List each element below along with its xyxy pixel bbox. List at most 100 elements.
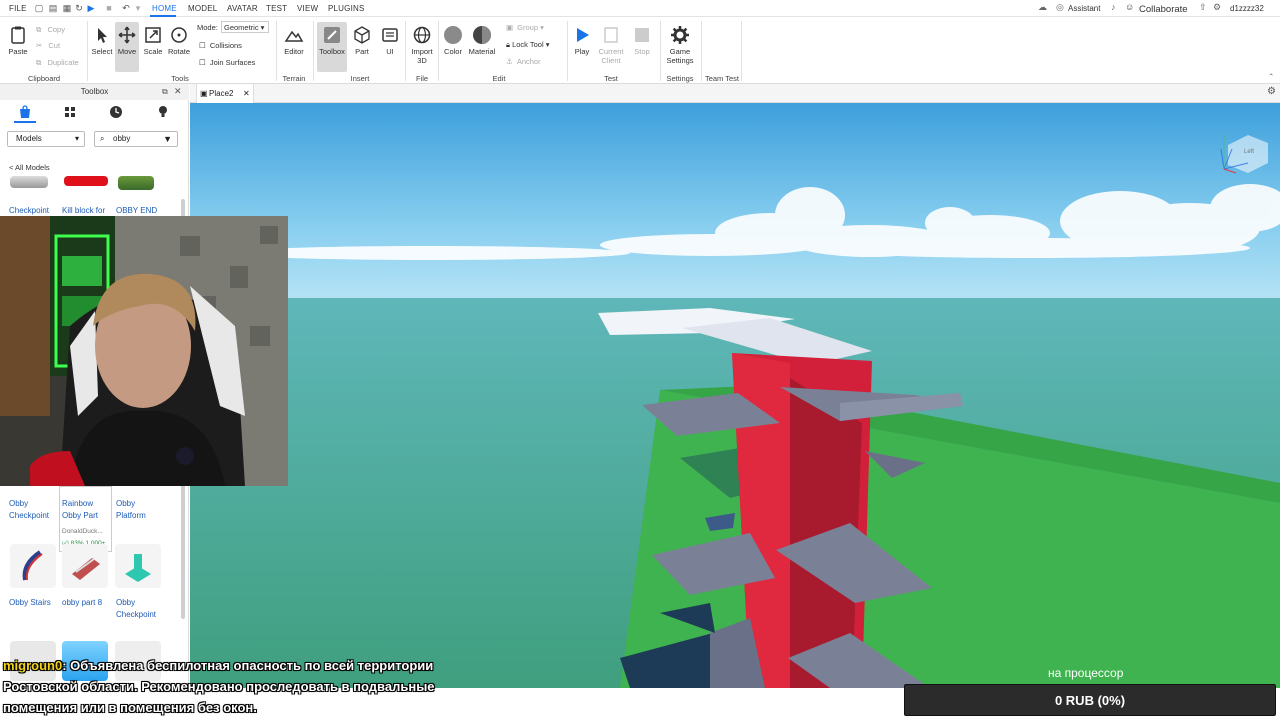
open-file-icon[interactable]: ▤ bbox=[48, 3, 58, 13]
settings-small-icon[interactable]: ⚙ bbox=[1213, 2, 1221, 13]
color-button[interactable]: Color bbox=[441, 25, 465, 56]
globe-icon bbox=[413, 26, 431, 44]
edit-group-label: Edit bbox=[492, 74, 506, 83]
ribbon-separator bbox=[87, 21, 88, 81]
toolbox-icon bbox=[324, 27, 340, 43]
ribbon-separator bbox=[405, 21, 406, 81]
donation-goal-bar: 0 RUB (0%) bbox=[904, 684, 1276, 716]
checkpoint-thumb-icon bbox=[125, 554, 151, 582]
rotate-icon bbox=[171, 27, 187, 43]
cloud-icon[interactable]: ☁ bbox=[1038, 2, 1047, 13]
tab-recent-clock-icon[interactable] bbox=[108, 104, 124, 120]
mode-select[interactable]: Geometric ▾ bbox=[221, 21, 269, 33]
menu-model[interactable]: MODEL bbox=[188, 4, 217, 13]
view-cube[interactable]: Left bbox=[1216, 129, 1276, 179]
ribbon-collapse-icon[interactable]: ⌃ bbox=[1268, 72, 1274, 81]
save-icon[interactable]: ▦ bbox=[62, 3, 72, 13]
lock-tool-button[interactable]: 🔒︎ Lock Tool ▾ bbox=[506, 40, 550, 50]
current-client-button[interactable]: Current Client bbox=[596, 25, 626, 65]
move-tool[interactable]: Move bbox=[115, 22, 139, 72]
stop-button[interactable]: Stop bbox=[630, 25, 654, 56]
duplicate-button[interactable]: ⧉ Duplicate bbox=[36, 58, 79, 68]
all-models-link[interactable]: < All Models bbox=[9, 163, 50, 172]
asset-title[interactable]: Obby Checkpoint bbox=[116, 597, 162, 621]
part-button[interactable]: Part bbox=[350, 25, 374, 56]
menu-view[interactable]: VIEW bbox=[297, 4, 318, 13]
test-group-label: Test bbox=[604, 74, 618, 83]
search-input[interactable]: ⌕ obby ▼ bbox=[94, 131, 178, 147]
asset-thumbnail[interactable] bbox=[10, 176, 48, 188]
asset-title[interactable]: Obby Checkpoint bbox=[9, 498, 55, 522]
chat-message-line: помещения или в помещения без окон. bbox=[3, 700, 257, 715]
play-icon[interactable]: ▶ bbox=[86, 3, 96, 13]
category-select[interactable]: Models ▾ bbox=[7, 131, 85, 147]
assistant-icon[interactable]: ◎ bbox=[1056, 2, 1064, 13]
tab-place2[interactable]: ▣ Place2 ✕ bbox=[196, 84, 254, 103]
close-icon[interactable]: ✕ bbox=[174, 86, 182, 97]
stop-icon[interactable]: ■ bbox=[104, 3, 114, 13]
terrain-group-label: Terrain bbox=[282, 74, 306, 83]
viewport-settings-icon[interactable]: ⚙ bbox=[1267, 86, 1276, 97]
asset-thumbnail[interactable] bbox=[115, 544, 161, 588]
scale-icon bbox=[145, 27, 161, 43]
asset-creator: DonaldDuck... bbox=[62, 528, 103, 535]
gear-icon bbox=[671, 26, 689, 44]
join-surfaces-toggle[interactable]: ☐ Join Surfaces bbox=[199, 58, 255, 67]
asset-thumbnail[interactable] bbox=[62, 544, 108, 588]
tab-inventory-grid-icon[interactable] bbox=[62, 104, 78, 120]
ribbon-separator bbox=[701, 21, 702, 81]
ribbon: Paste ⧉ Copy ✂ Cut ⧉ Duplicate Clipboard… bbox=[0, 17, 1280, 84]
asset-title[interactable]: Obby Platform bbox=[116, 498, 162, 522]
undo-icon[interactable]: ↶ bbox=[121, 3, 131, 13]
new-file-icon[interactable]: ▢ bbox=[34, 3, 44, 13]
rotate-tool[interactable]: Rotate bbox=[167, 25, 191, 56]
asset-title[interactable]: Rainbow Obby Part bbox=[62, 498, 108, 522]
cut-button[interactable]: ✂ Cut bbox=[36, 41, 60, 50]
game-settings-button[interactable]: Game Settings bbox=[663, 25, 697, 65]
import-3d-button[interactable]: Import 3D bbox=[408, 25, 436, 65]
3d-viewport[interactable]: Left bbox=[190, 103, 1280, 688]
view-cube-label: Left bbox=[1244, 149, 1255, 155]
asset-thumbnail[interactable] bbox=[10, 544, 56, 588]
redo-icon[interactable]: ↻ bbox=[74, 3, 84, 13]
group-button[interactable]: ▣ Group ▾ bbox=[506, 23, 544, 32]
asset-thumbnail[interactable] bbox=[64, 176, 108, 186]
menu-bar: FILE ▢ ▤ ▦ ↻ ▶ ■ ↶ ▾ HOME MODEL AVATAR T… bbox=[0, 0, 1280, 17]
popout-icon[interactable]: ⧉ bbox=[162, 87, 168, 97]
menu-test[interactable]: TEST bbox=[266, 4, 287, 13]
filter-icon[interactable]: ▼ bbox=[163, 132, 172, 146]
menu-home[interactable]: HOME bbox=[152, 4, 177, 13]
play-button[interactable]: Play bbox=[570, 25, 594, 56]
menu-file[interactable]: FILE bbox=[9, 4, 27, 13]
tab-marketplace-bag-icon[interactable] bbox=[17, 104, 33, 120]
username[interactable]: d1zzzz32 bbox=[1230, 4, 1264, 13]
collaborate-icon[interactable]: ☺ bbox=[1125, 2, 1134, 12]
asset-title[interactable]: Obby Stairs bbox=[9, 597, 59, 609]
notification-icon[interactable]: ♪ bbox=[1111, 2, 1116, 12]
select-tool[interactable]: Select bbox=[90, 25, 114, 56]
collisions-toggle[interactable]: ☐ Collisions bbox=[199, 41, 242, 50]
asset-thumbnail[interactable] bbox=[118, 176, 154, 190]
play-big-icon bbox=[577, 28, 589, 42]
share-icon[interactable]: ⇧ bbox=[1199, 2, 1207, 13]
asset-title[interactable]: obby part 8 bbox=[62, 597, 112, 609]
assistant-button[interactable]: Assistant bbox=[1068, 4, 1100, 13]
scale-tool[interactable]: Scale bbox=[141, 25, 165, 56]
menu-avatar[interactable]: AVATAR bbox=[227, 4, 258, 13]
collaborate-button[interactable]: Collaborate bbox=[1139, 4, 1188, 15]
tab-close-icon[interactable]: ✕ bbox=[243, 84, 250, 103]
webcam-image bbox=[0, 216, 288, 486]
ui-button[interactable]: UI bbox=[378, 25, 402, 56]
menu-plugins[interactable]: PLUGINS bbox=[328, 4, 365, 13]
copy-button[interactable]: ⧉ Copy bbox=[36, 25, 65, 35]
ribbon-separator bbox=[741, 21, 742, 81]
terrain-editor-button[interactable]: Editor bbox=[281, 25, 307, 56]
ribbon-separator bbox=[276, 21, 277, 81]
toolbox-button[interactable]: Toolbox bbox=[317, 22, 347, 72]
ribbon-separator bbox=[438, 21, 439, 81]
anchor-button[interactable]: ⚓︎ Anchor bbox=[506, 57, 541, 66]
undo-dropdown-icon[interactable]: ▾ bbox=[133, 3, 143, 13]
paste-button[interactable]: Paste bbox=[5, 25, 31, 56]
tab-creations-bulb-icon[interactable] bbox=[155, 104, 171, 120]
material-button[interactable]: Material bbox=[467, 25, 497, 56]
